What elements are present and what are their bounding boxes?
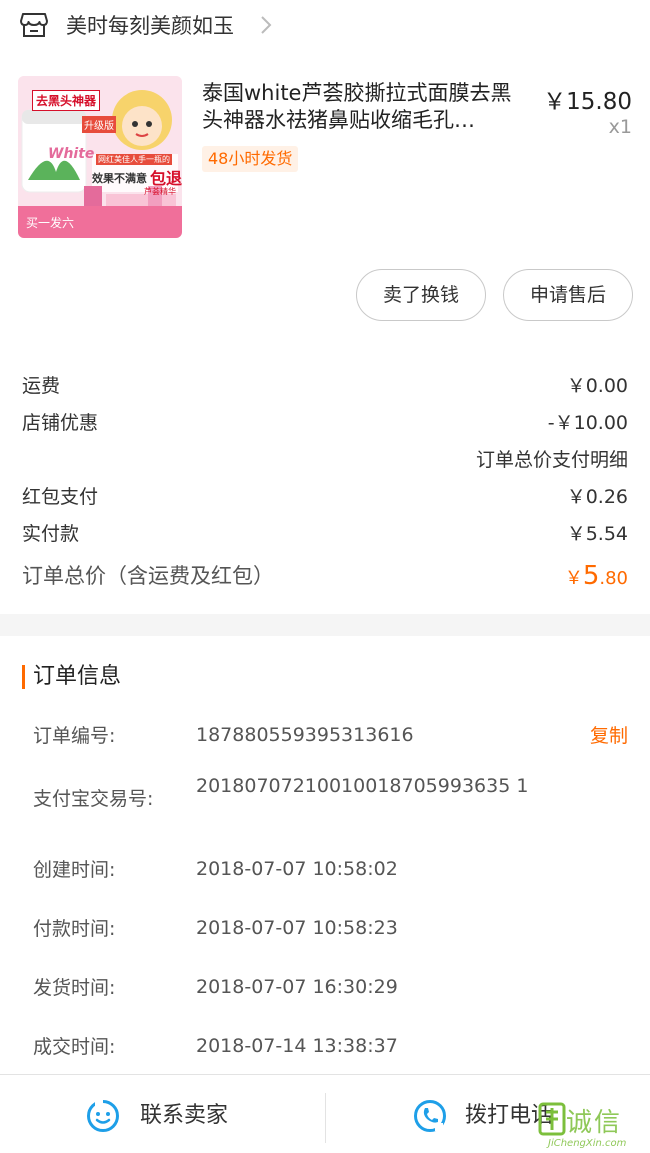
shipping-fee-value: ￥0.00 [566,375,628,397]
contact-seller-button[interactable]: 联系卖家 [0,1075,325,1153]
contact-seller-label: 联系卖家 [140,1103,229,1128]
thumb-bottom-text: 买一发六 [26,216,75,230]
product-thumbnail[interactable]: 去黑头神器 升级版 White 网红美佳人手一瓶的 效果不满意 包退 芦荟精华 … [18,76,182,238]
actual-paid-value: ￥5.54 [566,523,628,545]
product-item[interactable]: 去黑头神器 升级版 White 网红美佳人手一瓶的 效果不满意 包退 芦荟精华 … [0,60,650,260]
redpacket-row: 红包支付 ￥0.26 [0,482,650,512]
order-info-heading: 订单信息 [22,662,121,692]
copy-order-number-button[interactable]: 复制 [590,722,628,750]
redpacket-label: 红包支付 [22,486,99,508]
order-total-yen: ￥ [564,568,583,589]
deal-time-label: 成交时间: [33,1036,116,1058]
watermark-logo-icon [538,1102,566,1136]
thumb-promo2-text: 效果不满意 [92,172,147,185]
shipping-fee-row: 运费 ￥0.00 [0,371,650,401]
shipping-fee-label: 运费 [22,375,61,397]
shop-discount-row: 店铺优惠 -￥10.00 [0,408,650,438]
thumb-sub-text: 芦荟精华 [144,187,176,196]
chevron-right-icon[interactable] [258,12,274,38]
site-watermark: 诚信 JiChengXin.com [534,1100,650,1153]
thumb-upgrade-text: 升级版 [82,116,116,133]
thumb-badge-text: 去黑头神器 [32,90,101,111]
chat-icon [87,1100,119,1132]
shop-discount-label: 店铺优惠 [22,412,99,434]
shop-name[interactable]: 美时每刻美颜如玉 [66,12,234,40]
shop-discount-value: -￥10.00 [547,412,628,434]
product-quantity: x1 [608,116,632,138]
sell-for-cash-button[interactable]: 卖了换钱 [356,269,486,321]
deal-time-value: 2018-07-14 13:38:37 [196,1035,398,1057]
shop-header[interactable]: 美时每刻美颜如玉 [0,0,650,52]
heading-accent-bar [22,665,25,689]
shipped-time-label: 发货时间: [33,977,116,999]
order-info-title: 订单信息 [33,664,122,689]
order-total-row: 订单总价（含运费及红包） ￥5.80 [0,558,650,594]
redpacket-value: ￥0.26 [566,486,628,508]
order-number-value: 187880559395313616 [196,724,414,746]
phone-icon [414,1100,446,1132]
shop-icon [20,13,48,37]
actual-paid-row: 实付款 ￥5.54 [0,519,650,549]
order-total-int: 5 [582,561,600,591]
thumb-brand-text: White [48,146,95,162]
order-number-label: 订单编号: [33,725,116,747]
order-total-dec: .80 [599,568,628,589]
watermark-text: 诚信 [566,1108,623,1138]
created-time-value: 2018-07-07 10:58:02 [196,858,398,880]
order-total-label: 订单总价（含运费及红包） [22,564,274,588]
after-sale-button[interactable]: 申请售后 [503,269,633,321]
actual-paid-label: 实付款 [22,523,80,545]
product-price: ￥15.80 [543,89,632,115]
product-title[interactable]: 泰国white芦荟胶撕拉式面膜去黑头神器水祛猪鼻贴收缩毛孔… [202,80,532,134]
thumb-promo1-text: 网红美佳人手一瓶的 [96,154,172,165]
paid-time-value: 2018-07-07 10:58:23 [196,917,398,939]
payment-detail-row[interactable]: 订单总价支付明细 [0,445,650,475]
paid-time-label: 付款时间: [33,918,116,940]
shipped-time-value: 2018-07-07 16:30:29 [196,976,398,998]
created-time-label: 创建时间: [33,859,116,881]
section-divider [0,614,650,636]
order-total-value: ￥5.80 [565,558,628,597]
shipping-time-tag: 48小时发货 [202,146,299,172]
payment-detail-link[interactable]: 订单总价支付明细 [476,445,628,475]
watermark-sub-text: JiChengXin.com [548,1138,627,1149]
alipay-trade-value: 20180707210010018705993635 1 [196,775,529,797]
alipay-trade-label: 支付宝交易号: [33,788,154,810]
